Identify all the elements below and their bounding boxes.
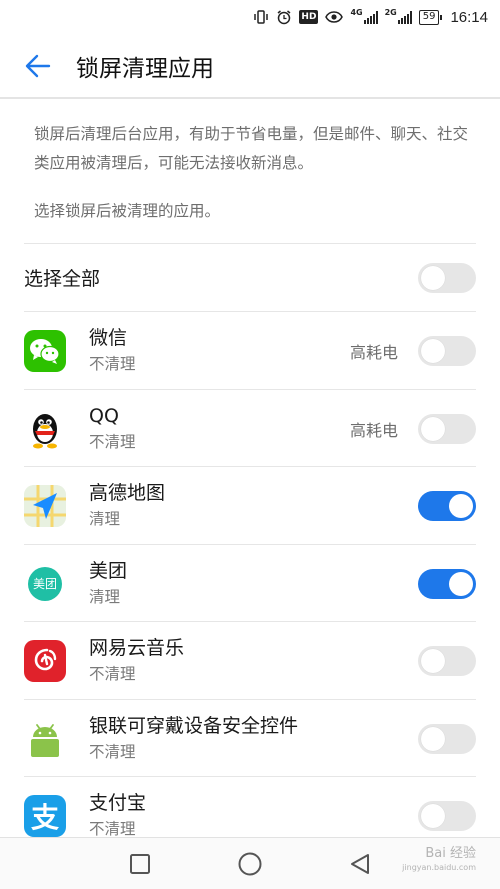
wechat-icon: [24, 329, 66, 372]
app-status: 不清理: [89, 743, 136, 761]
eye-icon: [325, 9, 344, 25]
qq-icon: [24, 407, 66, 450]
description-hint: 选择锁屏后被清理的应用。: [34, 202, 221, 220]
cleanup-toggle[interactable]: [418, 568, 476, 599]
select-all-label: 选择全部: [24, 268, 101, 290]
select-all-row[interactable]: 选择全部: [24, 244, 476, 311]
home-button[interactable]: [230, 844, 270, 884]
app-header: 锁屏清理应用: [0, 34, 500, 98]
battery-icon: 59: [418, 9, 443, 25]
status-bar: HD 4G 2G 59 16:14: [0, 0, 500, 34]
watermark-text: Bai 经验: [425, 846, 476, 861]
vibrate-icon: [253, 9, 269, 25]
cleanup-toggle[interactable]: [418, 490, 476, 521]
netease-music-icon: [24, 639, 66, 682]
app-status: 不清理: [89, 433, 136, 451]
hd-icon: HD: [299, 10, 319, 24]
alipay-icon: 支: [24, 794, 66, 837]
network-type-2: 2G: [384, 8, 397, 17]
app-row-amap[interactable]: 高德地图 清理: [24, 467, 476, 544]
back-nav-button[interactable]: [340, 844, 380, 884]
meituan-icon: 美团: [24, 562, 66, 605]
watermark: Bai 经验 jingyan.baidu.com: [402, 847, 476, 875]
app-name: 网易云音乐: [89, 637, 185, 659]
app-row-unionpay-wearable[interactable]: 银联可穿戴设备安全控件 不清理: [24, 700, 476, 777]
watermark-sub: jingyan.baidu.com: [402, 863, 476, 872]
app-name: 美团: [89, 560, 128, 582]
app-row-qq[interactable]: QQ 不清理 高耗电: [24, 390, 476, 467]
select-all-toggle[interactable]: [418, 262, 476, 293]
app-row-netease-music[interactable]: 网易云音乐 不清理: [24, 622, 476, 699]
app-name: QQ: [89, 405, 119, 427]
app-status: 清理: [89, 588, 121, 606]
back-button[interactable]: [0, 34, 76, 98]
circle-icon: [238, 852, 262, 875]
app-status: 不清理: [89, 355, 136, 373]
square-icon: [130, 853, 150, 874]
app-status: 清理: [89, 510, 121, 528]
android-icon: [24, 717, 66, 760]
page-title: 锁屏清理应用: [76, 56, 214, 82]
app-name: 微信: [89, 327, 128, 349]
app-name: 支付宝: [89, 792, 147, 814]
header-divider: [0, 97, 500, 99]
status-time: 16:14: [450, 8, 488, 26]
power-tag: 高耗电: [349, 420, 398, 440]
app-name: 高德地图: [89, 482, 166, 504]
alarm-icon: [276, 9, 292, 25]
cleanup-toggle[interactable]: [418, 413, 476, 444]
app-row-meituan[interactable]: 美团 美团 清理: [24, 545, 476, 622]
recents-button[interactable]: [120, 844, 160, 884]
amap-icon: [24, 484, 66, 527]
app-name: 银联可穿戴设备安全控件: [89, 715, 299, 737]
description-text: 锁屏后清理后台应用，有助于节省电量，但是邮件、聊天、社交类应用被清理后，可能无法…: [34, 125, 469, 172]
signal-icon-1: [363, 10, 378, 24]
cleanup-toggle[interactable]: [418, 645, 476, 676]
signal-icon-2: [397, 10, 412, 24]
app-row-wechat[interactable]: 微信 不清理 高耗电: [24, 312, 476, 389]
cleanup-toggle[interactable]: [418, 723, 476, 754]
cleanup-toggle[interactable]: [418, 800, 476, 831]
cleanup-toggle[interactable]: [418, 335, 476, 366]
meituan-logo: 美团: [28, 566, 62, 601]
power-tag: 高耗电: [349, 342, 398, 362]
network-type-1: 4G: [350, 8, 363, 17]
arrow-left-icon: [25, 54, 51, 78]
triangle-back-icon: [351, 853, 369, 874]
app-status: 不清理: [89, 665, 136, 683]
